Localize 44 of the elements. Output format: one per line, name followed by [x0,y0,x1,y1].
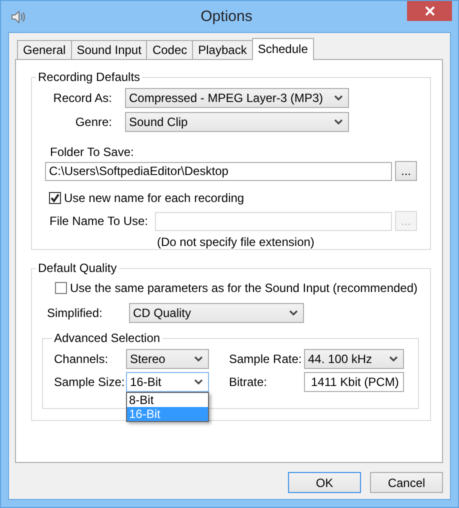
chevron-down-icon [194,379,203,385]
dropdown[interactable]: 44. 100 kHz [304,349,404,369]
tab[interactable]: Schedule [252,38,314,60]
dropdown[interactable]: Compressed - MPEG Layer-3 (MP3) [125,88,349,108]
field-label: Channels: [54,352,110,366]
folder-path-field[interactable]: C:\Users\SoftpediaEditor\Desktop [45,162,392,180]
checkbox-label: Use the same parameters as for the Sound Input (recommended) [70,281,418,295]
window-title: Options [200,8,254,25]
tab[interactable]: Sound Input [70,40,148,59]
dropdown[interactable]: CD Quality [129,303,304,323]
checkbox[interactable] [55,282,67,294]
dropdown-option[interactable]: 8-Bit [127,393,208,407]
checkmark-icon [50,193,60,203]
tab[interactable]: General [17,40,72,59]
close-button[interactable] [407,1,452,21]
field-label: File Name To Use: [48,214,148,228]
chevron-down-icon [334,119,343,125]
tab[interactable]: Playback [192,40,253,59]
chevron-down-icon [194,356,203,362]
speaker-icon [10,8,26,24]
browse-button[interactable]: ... [395,161,417,181]
field-label: Record As: [52,91,112,105]
field-label: Simplified: [47,306,104,320]
group-title: Recording Defaults [37,70,142,84]
group-title: Advanced Selection [53,331,162,345]
dropdown[interactable]: Stereo [126,349,209,369]
dialog-button[interactable]: OK [288,472,361,493]
hint-text: (Do not specify file extension) [157,235,316,249]
field-label: Folder To Save: [50,145,135,159]
chevron-down-icon [289,310,298,316]
dropdown[interactable]: Sound Clip [125,112,349,132]
field-label: Bitrate: [229,375,268,389]
close-icon [424,6,434,16]
chevron-down-icon [389,356,398,362]
bitrate-field: 1411 Kbit (PCM) [304,372,404,392]
dropdown[interactable]: 16-Bit [126,372,209,392]
checkbox[interactable] [49,192,61,204]
group-title: Default Quality [37,261,118,275]
field-label: Genre: [74,115,112,129]
checkbox-label: Use new name for each recording [64,191,244,205]
chevron-down-icon [334,95,343,101]
field-label: Sample Rate: [229,352,303,366]
field-label: Sample Size: [54,375,126,389]
dialog-button[interactable]: Cancel [370,472,443,493]
